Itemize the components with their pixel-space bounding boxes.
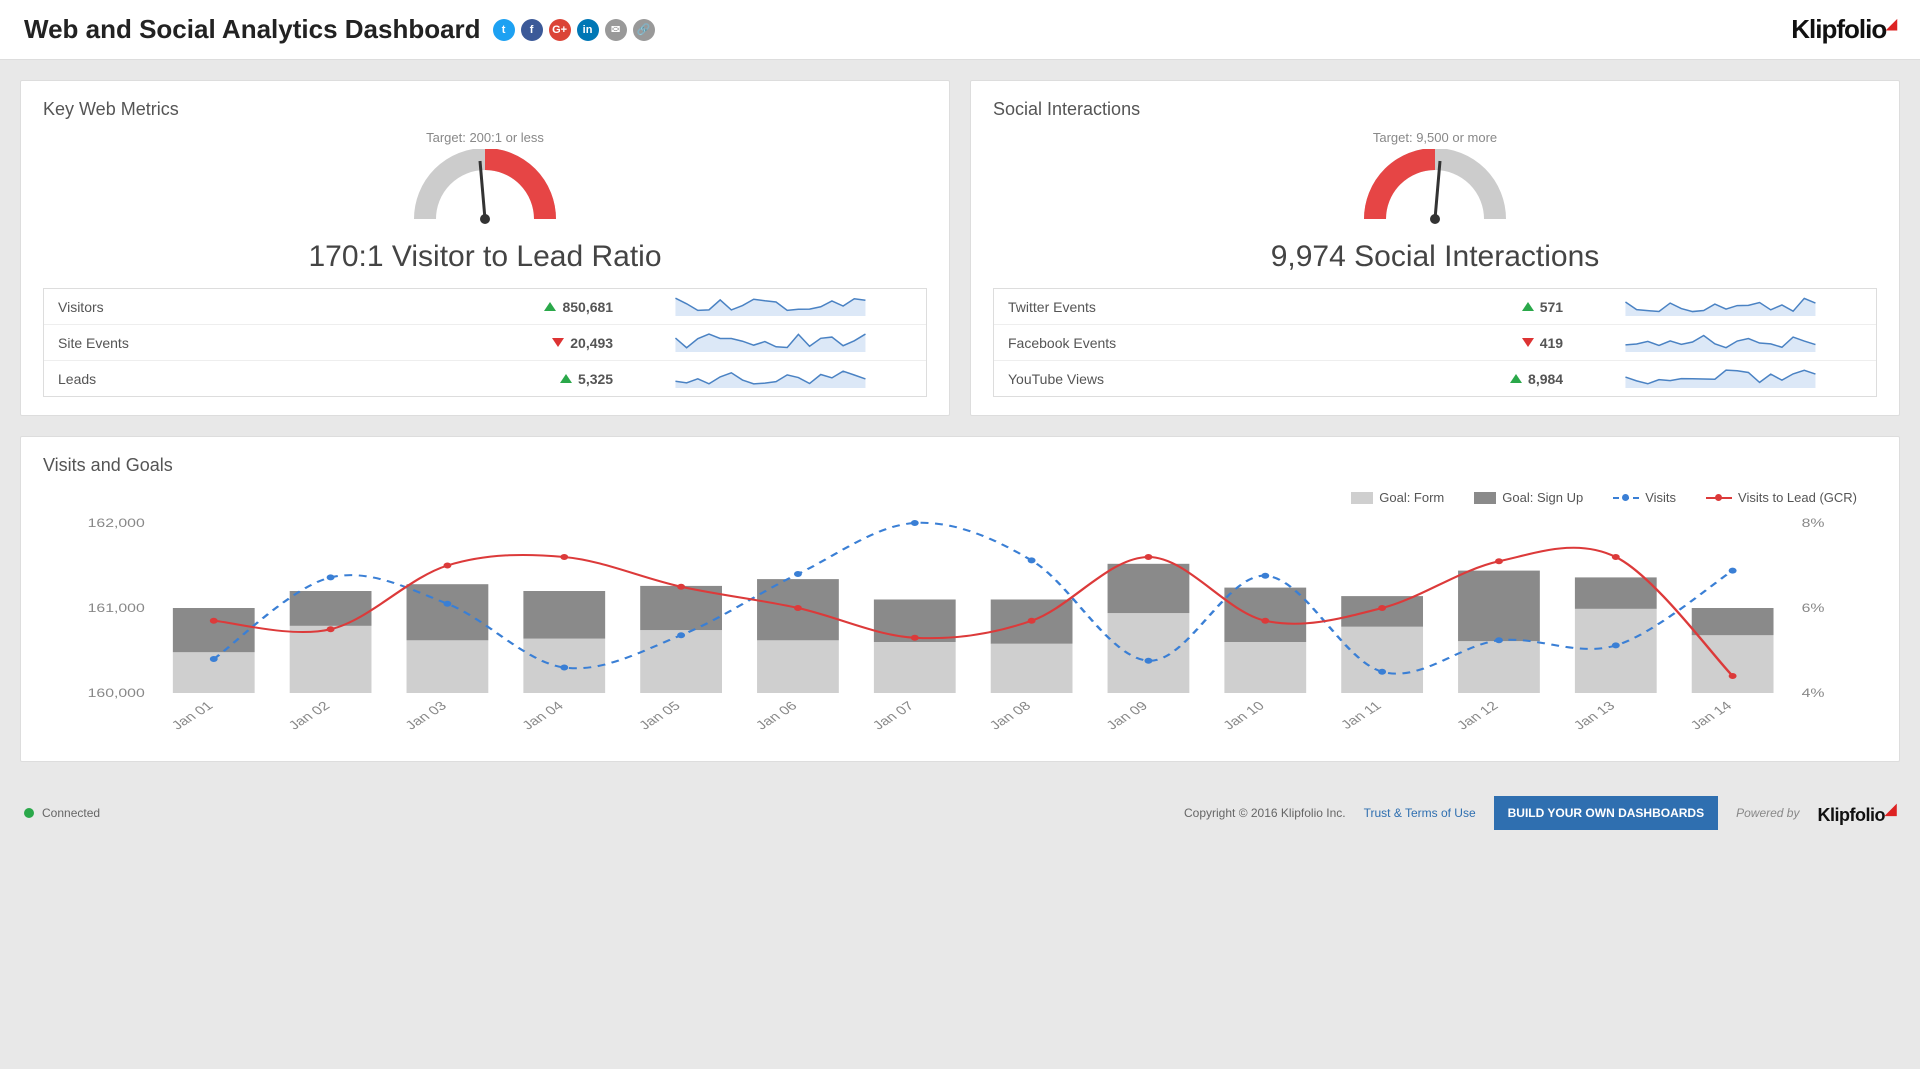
- sparkline: [613, 366, 912, 391]
- gauge-social: Target: 9,500 or more 9,974 Social Inter…: [993, 130, 1877, 274]
- linkedin-share-icon[interactable]: in: [577, 19, 599, 41]
- connection-status: Connected: [24, 806, 100, 820]
- gauge-icon: [1355, 149, 1515, 229]
- svg-text:4%: 4%: [1802, 686, 1825, 700]
- panel-title: Key Web Metrics: [43, 99, 927, 120]
- svg-text:160,000: 160,000: [88, 686, 145, 700]
- metric-label: Facebook Events: [1008, 335, 1392, 351]
- svg-text:Jan 06: Jan 06: [752, 698, 800, 732]
- chart-area: 160,000 161,000 162,000 4% 6% 8% Jan 01 Jan 02 J…: [43, 513, 1877, 743]
- svg-text:Jan 14: Jan 14: [1687, 698, 1735, 732]
- metric-value: 850,681: [442, 299, 613, 315]
- up-arrow-icon: [544, 302, 556, 311]
- up-arrow-icon: [1522, 302, 1534, 311]
- svg-text:Jan 03: Jan 03: [402, 698, 450, 732]
- metric-value: 5,325: [442, 371, 613, 387]
- page-title: Web and Social Analytics Dashboard: [24, 14, 481, 45]
- target-label: Target: 200:1 or less: [43, 130, 927, 145]
- svg-text:Jan 12: Jan 12: [1453, 698, 1501, 732]
- footer-bar: Connected Copyright © 2016 Klipfolio Inc…: [0, 782, 1920, 844]
- metric-row: Site Events20,493: [44, 325, 926, 361]
- visits-goals-chart: 160,000 161,000 162,000 4% 6% 8% Jan 01 Jan 02 J…: [63, 513, 1857, 743]
- up-arrow-icon: [560, 374, 572, 383]
- svg-text:Jan 02: Jan 02: [285, 698, 333, 732]
- headline-metric: 170:1 Visitor to Lead Ratio: [43, 240, 927, 274]
- metric-label: Site Events: [58, 335, 442, 351]
- svg-text:Jan 05: Jan 05: [635, 698, 683, 732]
- twitter-share-icon[interactable]: t: [493, 19, 515, 41]
- svg-text:Jan 07: Jan 07: [869, 698, 917, 732]
- connection-dot-icon: [24, 808, 34, 818]
- metric-label: Twitter Events: [1008, 299, 1392, 315]
- top-row: Key Web Metrics Target: 200:1 or less 17…: [20, 80, 1900, 416]
- metric-value: 8,984: [1392, 371, 1563, 387]
- sparkline: [613, 294, 912, 319]
- brand-accent-icon: ◢: [1886, 15, 1896, 31]
- terms-link[interactable]: Trust & Terms of Use: [1364, 806, 1476, 820]
- target-label: Target: 9,500 or more: [993, 130, 1877, 145]
- share-icons: tf G+ in ✉ 🔗: [493, 19, 655, 41]
- svg-text:162,000: 162,000: [88, 516, 145, 530]
- gauge-web: Target: 200:1 or less 170:1 Visitor to L…: [43, 130, 927, 274]
- metric-row: YouTube Views8,984: [994, 361, 1876, 396]
- link-share-icon[interactable]: 🔗: [633, 19, 655, 41]
- powered-by: Powered by: [1736, 806, 1799, 820]
- svg-text:8%: 8%: [1802, 516, 1825, 530]
- metric-row: Leads5,325: [44, 361, 926, 396]
- content: Key Web Metrics Target: 200:1 or less 17…: [0, 60, 1920, 782]
- legend-goal-form[interactable]: Goal: Form: [1351, 490, 1444, 505]
- panel-social-interactions: Social Interactions Target: 9,500 or mor…: [970, 80, 1900, 416]
- svg-text:Jan 13: Jan 13: [1570, 698, 1618, 732]
- legend-visits[interactable]: Visits: [1613, 490, 1676, 505]
- brand-logo: Klipfolio◢: [1791, 14, 1896, 45]
- facebook-share-icon[interactable]: f: [521, 19, 543, 41]
- legend-gcr[interactable]: Visits to Lead (GCR): [1706, 490, 1857, 505]
- panel-title: Visits and Goals: [43, 455, 1877, 476]
- copyright: Copyright © 2016 Klipfolio Inc.: [1184, 806, 1346, 820]
- panel-key-web-metrics: Key Web Metrics Target: 200:1 or less 17…: [20, 80, 950, 416]
- sparkline: [1563, 366, 1862, 391]
- svg-text:Jan 10: Jan 10: [1219, 698, 1267, 732]
- panel-visits-goals: Visits and Goals Goal: Form Goal: Sign U…: [20, 436, 1900, 762]
- email-share-icon[interactable]: ✉: [605, 19, 627, 41]
- headline-metric: 9,974 Social Interactions: [993, 240, 1877, 274]
- chart-legend: Goal: Form Goal: Sign Up Visits Visits t…: [43, 486, 1877, 513]
- brand-logo-footer: Klipfolio◢: [1817, 800, 1896, 826]
- metric-value: 571: [1392, 299, 1563, 315]
- down-arrow-icon: [1522, 338, 1534, 347]
- metric-label: YouTube Views: [1008, 371, 1392, 387]
- sparkline: [613, 330, 912, 355]
- metric-label: Leads: [58, 371, 442, 387]
- cta-build-dashboard-button[interactable]: BUILD YOUR OWN DASHBOARDS: [1494, 796, 1718, 830]
- metric-row: Visitors850,681: [44, 289, 926, 325]
- svg-text:161,000: 161,000: [88, 601, 145, 615]
- metric-row: Facebook Events419: [994, 325, 1876, 361]
- metric-label: Visitors: [58, 299, 442, 315]
- svg-text:Jan 01: Jan 01: [168, 698, 216, 732]
- panel-title: Social Interactions: [993, 99, 1877, 120]
- metric-value: 419: [1392, 335, 1563, 351]
- gplus-share-icon[interactable]: G+: [549, 19, 571, 41]
- svg-text:Jan 04: Jan 04: [518, 698, 566, 732]
- svg-text:6%: 6%: [1802, 601, 1825, 615]
- down-arrow-icon: [552, 338, 564, 347]
- metric-value: 20,493: [442, 335, 613, 351]
- svg-text:Jan 09: Jan 09: [1103, 698, 1151, 732]
- legend-goal-signup[interactable]: Goal: Sign Up: [1474, 490, 1583, 505]
- header-left: Web and Social Analytics Dashboard tf G+ i…: [24, 14, 655, 45]
- sparkline: [1563, 294, 1862, 319]
- sparkline: [1563, 330, 1862, 355]
- metric-table-social: Twitter Events571Facebook Events419YouTu…: [993, 288, 1877, 397]
- metric-table-web: Visitors850,681Site Events20,493Leads5,3…: [43, 288, 927, 397]
- up-arrow-icon: [1510, 374, 1522, 383]
- connection-label: Connected: [42, 806, 100, 820]
- svg-text:Jan 11: Jan 11: [1337, 698, 1384, 731]
- footer-right: Copyright © 2016 Klipfolio Inc. Trust & …: [1184, 796, 1896, 830]
- gauge-icon: [405, 149, 565, 229]
- header-bar: Web and Social Analytics Dashboard tf G+ i…: [0, 0, 1920, 60]
- svg-text:Jan 08: Jan 08: [986, 698, 1034, 732]
- metric-row: Twitter Events571: [994, 289, 1876, 325]
